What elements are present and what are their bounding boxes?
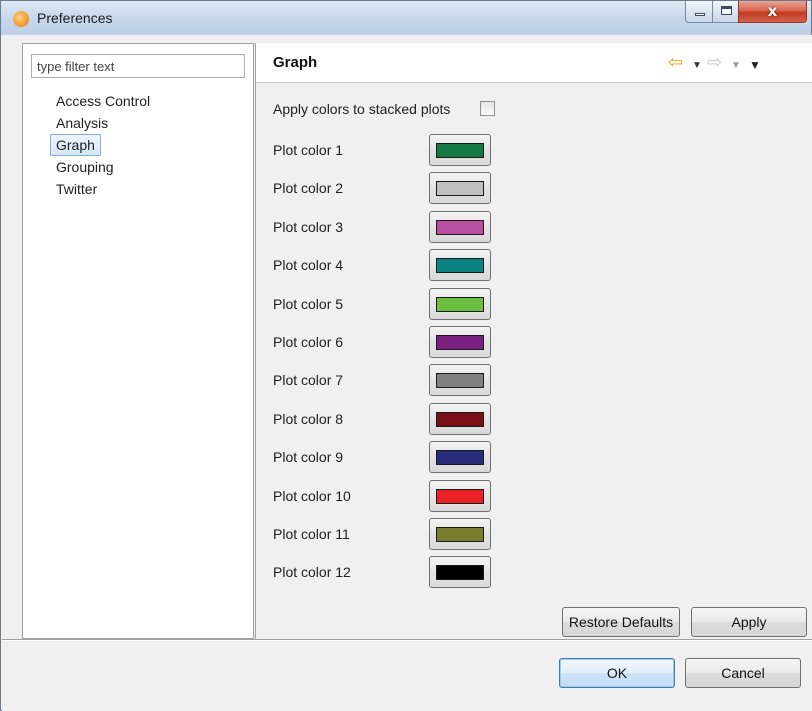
color-swatch bbox=[436, 488, 484, 504]
tree-item[interactable]: Twitter bbox=[50, 178, 156, 200]
color-picker-button[interactable] bbox=[429, 287, 491, 320]
color-swatch bbox=[436, 181, 484, 197]
color-swatch bbox=[436, 411, 484, 427]
color-picker-button[interactable] bbox=[429, 402, 491, 435]
close-button[interactable]: x bbox=[738, 1, 807, 23]
plot-color-row: Plot color 6 bbox=[273, 326, 573, 360]
app-icon bbox=[13, 11, 29, 27]
color-picker-button[interactable] bbox=[429, 364, 491, 397]
color-swatch bbox=[436, 450, 484, 466]
apply-stacked-checkbox[interactable] bbox=[480, 101, 495, 116]
color-picker-button[interactable] bbox=[429, 518, 491, 550]
plot-color-row: Plot color 9 bbox=[273, 441, 573, 475]
tree-item[interactable]: Access Control bbox=[50, 90, 156, 112]
page-title: Graph bbox=[273, 54, 318, 71]
ok-button[interactable]: OK bbox=[559, 658, 675, 688]
color-picker-button[interactable] bbox=[429, 134, 491, 166]
tree-item[interactable]: Graph bbox=[50, 134, 101, 156]
plot-color-row: Plot color 3 bbox=[273, 210, 573, 245]
color-swatch bbox=[436, 296, 484, 312]
plot-color-label: Plot color 2 bbox=[273, 180, 344, 197]
color-swatch bbox=[436, 565, 484, 581]
plot-color-row: Plot color 4 bbox=[273, 249, 573, 283]
color-picker-button[interactable] bbox=[429, 441, 491, 474]
color-picker-button[interactable] bbox=[429, 210, 491, 243]
close-icon: x bbox=[767, 2, 778, 20]
color-picker-button[interactable] bbox=[429, 556, 491, 589]
forward-history-dropdown-icon[interactable]: ▼ bbox=[731, 57, 741, 75]
color-picker-button[interactable] bbox=[429, 172, 491, 205]
filter-input[interactable] bbox=[31, 54, 245, 78]
color-swatch bbox=[436, 258, 484, 274]
preference-page: Graph ⇦ ▼ ⇨ ▼ ▼ Apply colors to stacked … bbox=[256, 43, 812, 639]
restore-defaults-button[interactable]: Restore Defaults bbox=[562, 607, 680, 637]
maximize-button[interactable] bbox=[712, 1, 739, 23]
color-picker-button[interactable] bbox=[429, 249, 491, 282]
plot-color-row: Plot color 12 bbox=[273, 556, 573, 590]
tree-item[interactable]: Grouping bbox=[50, 156, 156, 178]
minimize-button[interactable] bbox=[685, 1, 713, 23]
plot-color-label: Plot color 8 bbox=[273, 410, 344, 427]
view-menu-icon[interactable]: ▼ bbox=[749, 56, 761, 74]
plot-color-label: Plot color 6 bbox=[273, 334, 344, 350]
plot-color-row: Plot color 11 bbox=[273, 518, 573, 552]
preferences-window: Preferences x Access ControlAnalysisGrap… bbox=[0, 0, 812, 711]
color-picker-button[interactable] bbox=[429, 479, 491, 512]
window-title: Preferences bbox=[37, 10, 113, 26]
plot-color-label: Plot color 4 bbox=[273, 257, 344, 274]
cancel-button[interactable]: Cancel bbox=[685, 658, 801, 688]
dialog-body: Access ControlAnalysisGraphGroupingTwitt… bbox=[2, 35, 812, 711]
plot-color-label: Plot color 12 bbox=[273, 564, 351, 581]
plot-color-label: Plot color 9 bbox=[273, 449, 344, 466]
forward-arrow-icon[interactable]: ⇨ bbox=[707, 53, 722, 71]
preference-navigation-panel: Access ControlAnalysisGraphGroupingTwitt… bbox=[22, 43, 254, 639]
maximize-icon bbox=[721, 6, 732, 15]
plot-color-label: Plot color 3 bbox=[273, 218, 344, 235]
back-arrow-icon[interactable]: ⇦ bbox=[668, 53, 683, 71]
plot-color-row: Plot color 2 bbox=[273, 172, 573, 206]
color-swatch bbox=[436, 373, 484, 389]
plot-color-row: Plot color 7 bbox=[273, 364, 573, 398]
color-picker-button[interactable] bbox=[429, 326, 491, 358]
apply-stacked-label: Apply colors to stacked plots bbox=[273, 101, 451, 117]
plot-color-label: Plot color 1 bbox=[273, 142, 344, 158]
color-swatch bbox=[436, 335, 484, 350]
tree-item[interactable]: Analysis bbox=[50, 112, 156, 134]
title-bar[interactable]: Preferences x bbox=[1, 1, 811, 35]
button-bar-separator bbox=[2, 639, 812, 641]
plot-color-label: Plot color 7 bbox=[273, 372, 344, 389]
plot-color-label: Plot color 5 bbox=[273, 295, 344, 312]
plot-color-row: Plot color 1 bbox=[273, 134, 573, 168]
preference-tree: Access Control Analysis Graph Grouping Twitt… bbox=[50, 90, 156, 200]
color-swatch bbox=[436, 143, 484, 158]
minimize-icon bbox=[695, 13, 705, 16]
page-header: Graph ⇦ ▼ ⇨ ▼ ▼ bbox=[256, 43, 812, 83]
plot-color-row: Plot color 8 bbox=[273, 402, 573, 437]
color-swatch bbox=[436, 219, 484, 235]
plot-color-label: Plot color 11 bbox=[273, 526, 350, 542]
plot-color-row: Plot color 10 bbox=[273, 479, 573, 514]
plot-color-row: Plot color 5 bbox=[273, 287, 573, 322]
plot-color-label: Plot color 10 bbox=[273, 487, 351, 504]
apply-button[interactable]: Apply bbox=[691, 607, 807, 637]
color-swatch bbox=[436, 527, 484, 542]
back-history-dropdown-icon[interactable]: ▼ bbox=[692, 57, 702, 75]
